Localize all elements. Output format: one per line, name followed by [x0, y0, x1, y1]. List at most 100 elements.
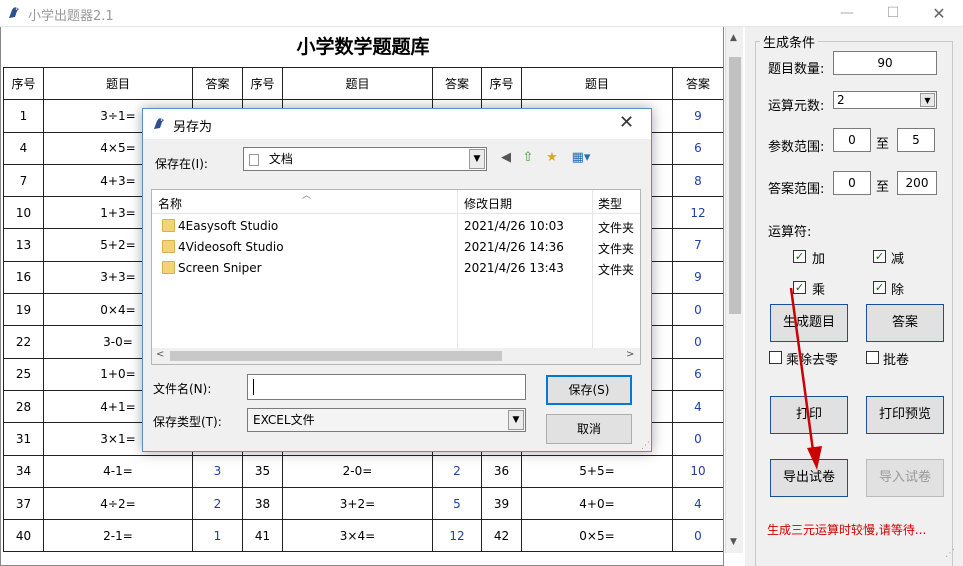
file-list-header: 名称 ︿ 修改日期 类型: [152, 190, 640, 214]
param-to-label: 至: [876, 137, 890, 152]
header-question: 题目: [43, 66, 193, 101]
question-cell: 3×4=: [282, 519, 433, 553]
generate-button[interactable]: 生成题目: [770, 304, 848, 342]
question-cell: 4-1=: [43, 454, 193, 488]
sub-checkbox[interactable]: ✓: [873, 250, 886, 263]
import-button: 导入试卷: [866, 459, 944, 497]
chevron-down-icon[interactable]: ▼: [469, 149, 485, 169]
operands-select[interactable]: 2 ▼: [833, 91, 937, 109]
index-cell: 13: [3, 228, 44, 262]
back-icon[interactable]: ◀: [497, 149, 515, 167]
file-list[interactable]: 名称 ︿ 修改日期 类型 4Easysoft Studio 2021/4/26 1…: [151, 189, 641, 365]
export-button[interactable]: 导出试卷: [770, 459, 848, 497]
file-modified: 2021/4/26 14:36: [464, 240, 564, 254]
column-type[interactable]: 类型: [598, 195, 622, 212]
dialog-close-icon[interactable]: ✕: [619, 112, 634, 133]
new-folder-icon[interactable]: ★: [543, 149, 561, 167]
header-index: 序号: [481, 66, 522, 101]
answer-max-input[interactable]: 200: [897, 171, 937, 195]
file-list-hscroll[interactable]: < >: [152, 348, 640, 364]
answer-cell: 2: [432, 454, 482, 488]
index-cell: 42: [481, 519, 522, 553]
question-cell: 4÷2=: [43, 486, 193, 521]
folder-icon: [162, 219, 175, 232]
chevron-down-icon[interactable]: ▼: [508, 410, 524, 430]
index-cell: 1: [3, 99, 44, 133]
file-row[interactable]: Screen Sniper 2021/4/26 13:43 文件夹: [152, 258, 640, 279]
column-name[interactable]: 名称: [158, 195, 182, 212]
batch-checkbox[interactable]: [866, 351, 879, 364]
sheet-scrollbar[interactable]: ▲ ▼: [725, 27, 743, 553]
file-row[interactable]: 4Videosoft Studio 2021/4/26 14:36 文件夹: [152, 237, 640, 258]
answer-cell: 6: [672, 131, 723, 165]
add-checkbox[interactable]: ✓: [793, 250, 806, 263]
header-index: 序号: [3, 66, 44, 101]
maximize-button[interactable]: ☐: [870, 0, 916, 27]
sort-up-icon: ︿: [302, 191, 312, 201]
answer-cell: 8: [672, 163, 723, 198]
minimize-button[interactable]: —: [824, 0, 870, 27]
index-cell: 22: [3, 325, 44, 359]
answer-button[interactable]: 答案: [866, 304, 944, 342]
div-label: 除: [891, 283, 905, 298]
scroll-up-icon[interactable]: ▲: [730, 33, 737, 43]
dialog-title: 另存为: [173, 120, 213, 135]
index-cell: 31: [3, 422, 44, 456]
print-preview-button[interactable]: 打印预览: [866, 396, 944, 434]
window-titlebar: 小学出题器2.1 — ☐ ✕: [0, 0, 963, 27]
index-cell: 34: [3, 454, 44, 488]
header-question: 题目: [521, 66, 673, 101]
answer-cell: 5: [432, 486, 482, 521]
answer-min-input[interactable]: 0: [833, 171, 871, 195]
batch-label: 批卷: [883, 353, 910, 368]
scrollbar-thumb[interactable]: [729, 57, 741, 314]
index-cell: 38: [242, 486, 283, 521]
document-icon: [249, 153, 259, 166]
print-button[interactable]: 打印: [770, 396, 848, 434]
mul-label: 乘: [812, 283, 826, 298]
count-input[interactable]: 90: [833, 51, 937, 75]
cancel-button[interactable]: 取消: [546, 414, 632, 444]
file-name: Screen Sniper: [178, 261, 262, 275]
param-max-input[interactable]: 5: [897, 128, 935, 152]
save-button[interactable]: 保存(S): [546, 375, 632, 405]
count-label: 题目数量:: [768, 62, 825, 77]
header-question: 题目: [282, 66, 433, 101]
dialog-titlebar: 另存为 ✕: [143, 109, 651, 139]
file-name: 4Easysoft Studio: [178, 219, 279, 233]
index-cell: 39: [481, 486, 522, 521]
answer-cell: 9: [672, 99, 723, 133]
answer-cell: 3: [192, 454, 243, 488]
table-row: 34 4-1= 3 35 2-0= 2 36 5+5= 10: [3, 454, 723, 488]
resize-grip-icon[interactable]: ⋰: [945, 548, 955, 559]
param-min-input[interactable]: 0: [833, 128, 871, 152]
sub-label: 减: [891, 252, 905, 267]
question-cell: 2-0=: [282, 454, 433, 488]
filetype-select[interactable]: EXCEL文件 ▼: [247, 408, 526, 432]
scroll-right-icon[interactable]: >: [626, 349, 634, 360]
hscroll-thumb[interactable]: [170, 351, 502, 361]
scroll-left-icon[interactable]: <: [156, 349, 164, 360]
file-type: 文件夹: [598, 263, 635, 277]
save-in-select[interactable]: 文档 ▼: [243, 147, 487, 171]
scroll-down-icon[interactable]: ▼: [730, 537, 737, 547]
answer-cell: 2: [192, 486, 243, 521]
up-folder-icon[interactable]: ⇧: [519, 149, 537, 167]
index-cell: 19: [3, 293, 44, 327]
resize-grip-icon[interactable]: ⋰: [641, 441, 650, 451]
filename-input[interactable]: [247, 374, 526, 400]
no-zero-checkbox[interactable]: [769, 351, 782, 364]
div-checkbox[interactable]: ✓: [873, 281, 886, 294]
save-in-value: 文档: [268, 152, 293, 166]
answer-cell: 10: [672, 454, 723, 488]
file-type: 文件夹: [598, 221, 635, 235]
close-button[interactable]: ✕: [916, 0, 962, 27]
file-modified: 2021/4/26 10:03: [464, 219, 564, 233]
answer-cell: 4: [672, 486, 723, 521]
bird-app-icon: [154, 118, 164, 129]
column-modified[interactable]: 修改日期: [464, 195, 512, 212]
mul-checkbox[interactable]: ✓: [793, 281, 806, 294]
chevron-down-icon[interactable]: ▼: [920, 93, 935, 107]
view-menu-icon[interactable]: ▦▾: [567, 149, 595, 167]
file-row[interactable]: 4Easysoft Studio 2021/4/26 10:03 文件夹: [152, 216, 640, 237]
